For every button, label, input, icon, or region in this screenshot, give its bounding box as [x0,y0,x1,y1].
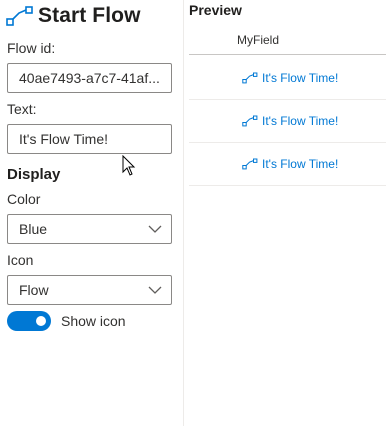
toggle-knob [36,316,46,326]
column-header[interactable]: MyField [189,28,386,55]
show-icon-row: Show icon [7,311,126,331]
show-icon-toggle[interactable] [7,311,51,331]
flow-icon [242,158,258,170]
show-icon-label: Show icon [61,313,126,329]
icon-dropdown[interactable]: Flow [7,275,172,305]
text-label: Text: [7,101,37,117]
form-panel: Start Flow Flow id: 40ae7493-a7c7-41af..… [0,0,183,426]
form-header: Start Flow [6,3,141,29]
flow-link-text: It's Flow Time! [262,114,339,128]
list-item[interactable]: It's Flow Time! [189,143,386,186]
color-dropdown[interactable]: Blue [7,214,172,244]
flow-icon [6,6,33,26]
flow-link[interactable]: It's Flow Time! [242,157,338,171]
chevron-down-icon [148,225,162,233]
flow-icon [242,115,258,127]
mouse-cursor-icon [122,155,136,176]
preview-panel: Preview MyField It's Flow Time! It's Flo… [184,0,386,426]
page-title: Start Flow [38,4,141,27]
flow-id-field[interactable]: 40ae7493-a7c7-41af... [7,63,172,93]
preview-title: Preview [189,2,242,18]
flow-link-text: It's Flow Time! [262,157,339,171]
flow-icon [242,72,258,84]
icon-dropdown-value: Flow [19,282,49,298]
flow-link[interactable]: It's Flow Time! [242,114,338,128]
icon-label: Icon [7,252,34,268]
list-item[interactable]: It's Flow Time! [189,57,386,100]
column-header-label: MyField [237,33,280,47]
flow-link[interactable]: It's Flow Time! [242,71,338,85]
text-field[interactable]: It's Flow Time! [7,124,172,154]
color-dropdown-value: Blue [19,221,48,237]
list-item[interactable]: It's Flow Time! [189,100,386,143]
flow-link-text: It's Flow Time! [262,71,339,85]
color-label: Color [7,191,41,207]
flow-id-label: Flow id: [7,40,56,56]
chevron-down-icon [148,286,162,294]
display-heading: Display [7,166,61,183]
